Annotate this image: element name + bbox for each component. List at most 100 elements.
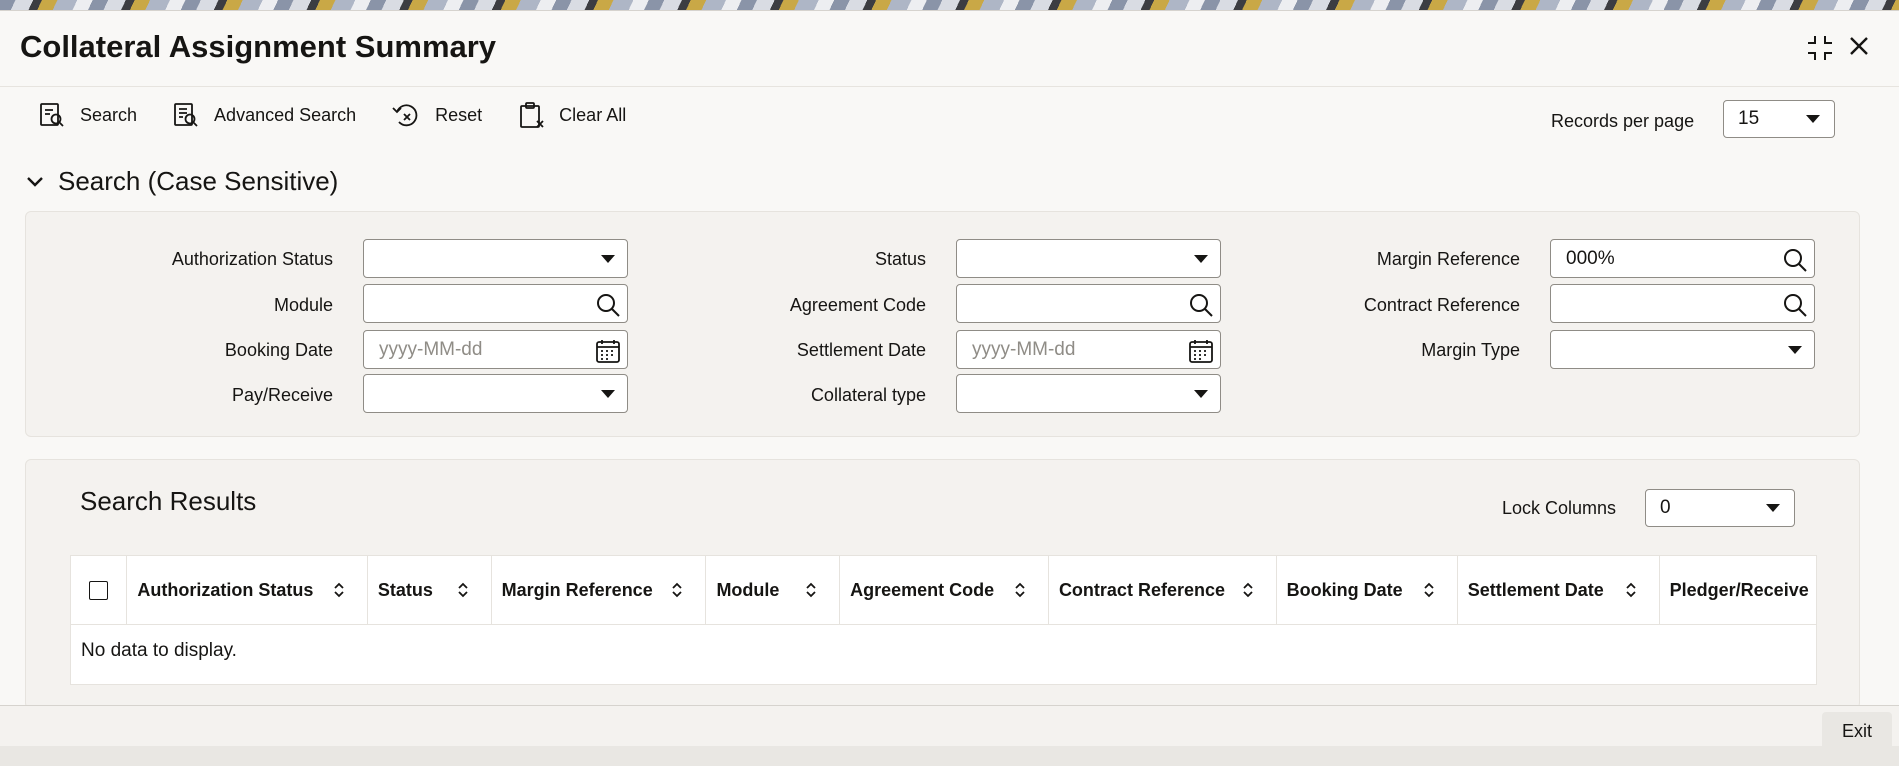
column-header-pledger-receive[interactable]: Pledger/Receive (1660, 556, 1816, 625)
toolbar: Search Advanced Search Reset Clear All (38, 101, 661, 129)
search-doc-icon (40, 103, 64, 127)
margin-reference-value: 000% (1566, 247, 1615, 269)
column-header-booking-date[interactable]: Booking Date (1277, 556, 1458, 625)
table-header-row: Authorization Status Status Margin Refer… (71, 556, 1816, 625)
column-header-margin-reference[interactable]: Margin Reference (492, 556, 707, 625)
records-per-page-select[interactable]: 15 (1723, 100, 1835, 138)
status-label: Status (874, 249, 926, 269)
agreement-code-label: Agreement Code (789, 295, 926, 315)
page-title: Collateral Assignment Summary (20, 29, 497, 64)
column-header-label: Pledger/Receive (1669, 580, 1809, 600)
pay-receive-select[interactable] (363, 374, 628, 413)
column-header-label: Module (716, 580, 780, 600)
calendar-icon[interactable] (595, 338, 621, 370)
sort-icon (1626, 582, 1636, 598)
column-header-module[interactable]: Module (706, 556, 841, 625)
authorization-status-label: Authorization Status (171, 249, 333, 269)
column-header-label: Contract Reference (1058, 580, 1225, 600)
sort-icon (334, 582, 344, 598)
collapse-icon[interactable] (1805, 33, 1835, 68)
select-all-cell (71, 556, 128, 625)
column-header-label: Agreement Code (850, 580, 995, 600)
records-per-page-value: 15 (1738, 108, 1760, 129)
column-header-label: Booking Date (1286, 580, 1403, 600)
reset-button[interactable]: Reset (391, 101, 482, 129)
column-header-label: Status (377, 580, 433, 600)
settlement-date-label: Settlement Date (796, 340, 926, 360)
reset-icon (392, 104, 418, 127)
search-results-title: Search Results (80, 486, 257, 516)
chevron-down-icon (1194, 389, 1208, 398)
chevron-down-icon (601, 389, 615, 398)
chevron-down-icon (601, 254, 615, 263)
magnifier-icon[interactable] (1782, 247, 1808, 279)
margin-type-select[interactable] (1550, 330, 1815, 369)
chevron-down-icon (27, 176, 43, 187)
booking-date-label: Booking Date (224, 340, 333, 360)
column-header-authorization-status[interactable]: Authorization Status (127, 556, 368, 625)
sort-icon (672, 582, 683, 598)
contract-reference-label: Contract Reference (1363, 295, 1520, 315)
magnifier-icon[interactable] (1782, 292, 1808, 324)
clear-all-button[interactable]: Clear All (517, 101, 626, 129)
column-header-settlement-date[interactable]: Settlement Date (1458, 556, 1660, 625)
empty-table-message: No data to display. (81, 640, 237, 661)
search-button[interactable]: Search (38, 101, 137, 129)
pay-receive-label: Pay/Receive (231, 385, 333, 405)
collateral-type-select[interactable] (956, 374, 1221, 413)
authorization-status-select[interactable] (363, 239, 628, 278)
search-criteria-panel: Authorization Status Module Booking Date… (25, 211, 1860, 437)
search-section-title: Search (Case Sensitive) (58, 166, 339, 196)
magnifier-icon[interactable] (1188, 292, 1214, 324)
booking-date-field[interactable]: yyyy-MM-dd (363, 330, 628, 369)
column-header-label: Authorization Status (137, 580, 314, 600)
title-divider (0, 86, 1899, 87)
sort-icon (1015, 582, 1025, 598)
collateral-type-label: Collateral type (810, 385, 926, 405)
search-button-label: Search (80, 104, 138, 125)
sort-icon (1424, 582, 1434, 598)
advanced-search-button-label: Advanced Search (214, 104, 357, 125)
exit-button[interactable]: Exit (1822, 712, 1892, 750)
column-header-contract-reference[interactable]: Contract Reference (1049, 556, 1277, 625)
chevron-down-icon (1788, 345, 1802, 354)
bottom-strip (0, 746, 1899, 766)
lock-columns-value: 0 (1660, 497, 1671, 518)
search-section-toggle[interactable]: Search (Case Sensitive) (26, 166, 338, 197)
settlement-date-field[interactable]: yyyy-MM-dd (956, 330, 1221, 369)
module-field[interactable] (363, 284, 628, 323)
column-header-agreement-code[interactable]: Agreement Code (840, 556, 1049, 625)
column-header-status[interactable]: Status (368, 556, 492, 625)
status-select[interactable] (956, 239, 1221, 278)
booking-date-placeholder: yyyy-MM-dd (379, 338, 483, 360)
clipboard-icon (520, 102, 544, 128)
magnifier-icon[interactable] (595, 292, 621, 324)
clear-all-button-label: Clear All (559, 104, 627, 125)
advanced-search-icon (174, 103, 198, 127)
margin-type-label: Margin Type (1421, 340, 1520, 360)
contract-reference-field[interactable] (1550, 284, 1815, 323)
search-results-panel: Search Results Lock Columns 0 Authorizat… (25, 459, 1860, 709)
column-header-label: Settlement Date (1467, 580, 1604, 600)
sort-icon (1242, 582, 1253, 598)
lock-columns-select[interactable]: 0 (1645, 489, 1795, 527)
lock-columns-label: Lock Columns (1502, 498, 1617, 518)
margin-reference-label: Margin Reference (1376, 249, 1520, 269)
chevron-down-icon (1806, 115, 1820, 123)
close-icon[interactable] (1846, 33, 1872, 64)
margin-reference-field[interactable]: 000% (1550, 239, 1815, 278)
chevron-down-icon (1766, 504, 1780, 512)
column-header-label: Margin Reference (501, 580, 653, 600)
results-table: Authorization Status Status Margin Refer… (70, 555, 1817, 685)
settlement-date-placeholder: yyyy-MM-dd (972, 338, 1076, 360)
sort-icon (806, 582, 816, 598)
summary-window: Collateral Assignment Summary Search Adv… (0, 10, 1899, 757)
select-all-checkbox[interactable] (89, 581, 109, 600)
calendar-icon[interactable] (1188, 338, 1214, 370)
sort-icon (458, 582, 468, 598)
chevron-down-icon (1194, 254, 1208, 263)
reset-button-label: Reset (435, 104, 483, 125)
agreement-code-field[interactable] (956, 284, 1221, 323)
advanced-search-button[interactable]: Advanced Search (172, 101, 356, 129)
module-label: Module (273, 295, 333, 315)
